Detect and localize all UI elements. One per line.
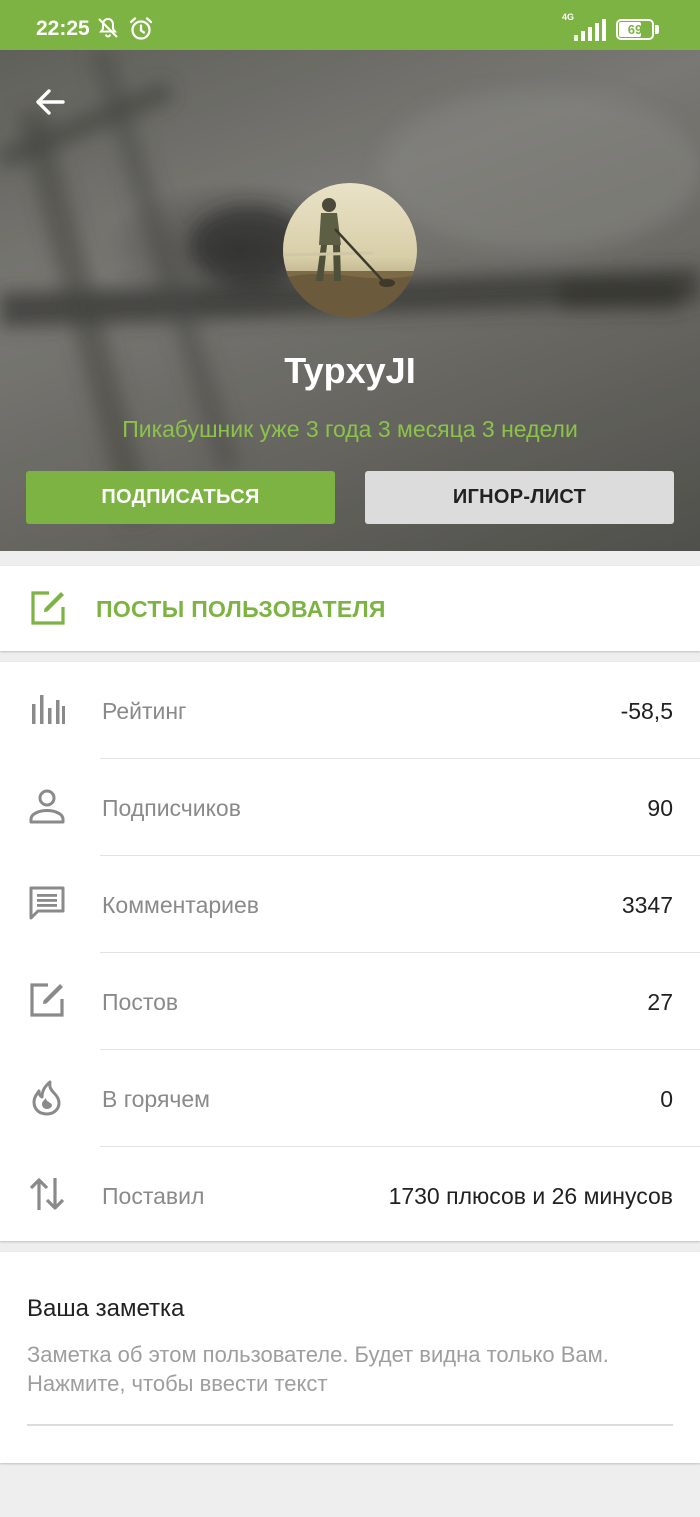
comment-icon bbox=[29, 886, 65, 920]
status-time: 22:25 bbox=[36, 17, 90, 40]
battery-percent: 69 bbox=[627, 22, 643, 37]
alarm-icon bbox=[129, 17, 153, 40]
bell-off-icon bbox=[98, 17, 118, 38]
battery-cap bbox=[655, 25, 659, 34]
stat-votes: Поставил 1730 плюсов и 26 минусов bbox=[0, 1147, 700, 1244]
username: TypxyJI bbox=[284, 350, 416, 391]
stat-label: В горячем bbox=[102, 1086, 210, 1112]
member-since: Пикабушник уже 3 года 3 месяца 3 недели bbox=[122, 416, 578, 442]
profile-header: TypxyJI Пикабушник уже 3 года 3 месяца 3… bbox=[0, 50, 700, 551]
avatar[interactable] bbox=[283, 183, 417, 317]
stats-list: Рейтинг -58,5 Подписчиков 90 Комментарие… bbox=[0, 662, 700, 1241]
ignore-list-button[interactable]: ИГНОР-ЛИСТ bbox=[365, 471, 674, 524]
note-card: Ваша заметка Заметка об этом пользовател… bbox=[0, 1252, 700, 1463]
stat-value: 1730 плюсов и 26 минусов bbox=[388, 1183, 673, 1209]
status-bar: 22:25 4G 69 bbox=[0, 0, 700, 50]
stat-label: Поставил bbox=[102, 1183, 205, 1209]
stat-value: 90 bbox=[647, 795, 673, 821]
note-title: Ваша заметка bbox=[27, 1295, 185, 1322]
stat-value: 3347 bbox=[621, 892, 673, 918]
stat-posts: Постов 27 bbox=[0, 953, 700, 1050]
person-icon bbox=[29, 789, 65, 824]
user-posts-label: ПОСТЫ ПОЛЬЗОВАТЕЛЯ bbox=[96, 596, 386, 622]
stat-label: Комментариев bbox=[102, 892, 260, 918]
edit-icon bbox=[30, 983, 64, 1017]
stat-hot: В горячем 0 bbox=[0, 1050, 700, 1147]
stat-label: Подписчиков bbox=[102, 795, 241, 821]
stat-rating: Рейтинг -58,5 bbox=[0, 662, 700, 759]
flame-icon bbox=[32, 1080, 61, 1116]
stat-comments: Комментариев 3347 bbox=[0, 856, 700, 953]
stat-value: -58,5 bbox=[620, 698, 673, 724]
stat-label: Рейтинг bbox=[102, 698, 187, 724]
signal-icon bbox=[574, 19, 606, 41]
rating-bars-icon bbox=[32, 695, 65, 724]
avatar-image bbox=[283, 183, 417, 317]
stat-value: 27 bbox=[647, 989, 673, 1015]
stat-subscribers: Подписчиков 90 bbox=[0, 759, 700, 856]
sort-arrows-icon bbox=[29, 1178, 65, 1210]
back-arrow-icon[interactable] bbox=[30, 82, 70, 122]
edit-icon bbox=[31, 591, 65, 625]
stat-label: Постов bbox=[102, 989, 179, 1015]
stat-value: 0 bbox=[660, 1086, 673, 1112]
battery-icon: 69 bbox=[616, 19, 654, 40]
user-posts-button[interactable]: ПОСТЫ ПОЛЬЗОВАТЕЛЯ bbox=[0, 566, 700, 651]
subscribe-button[interactable]: ПОДПИСАТЬСЯ bbox=[26, 471, 335, 524]
note-input[interactable]: Заметка об этом пользователе. Будет видн… bbox=[27, 1340, 673, 1426]
